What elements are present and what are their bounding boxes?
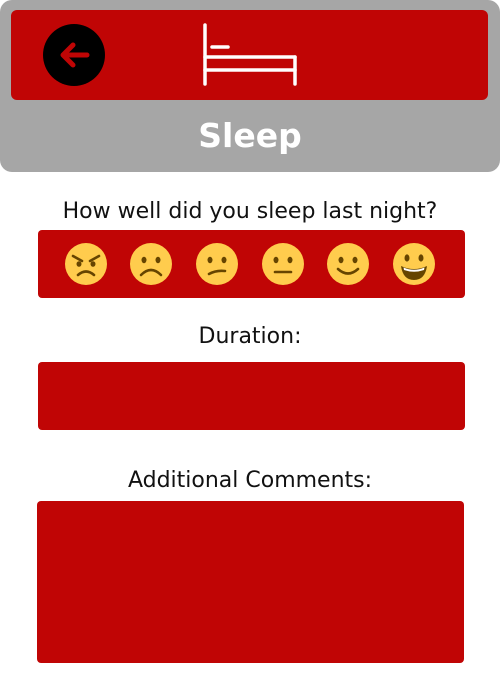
- back-arrow-icon: [60, 42, 90, 68]
- grinning-face-icon[interactable]: [392, 242, 436, 286]
- comments-label: Additional Comments:: [127, 468, 373, 493]
- confused-face-icon[interactable]: [195, 242, 239, 286]
- frowning-face-icon[interactable]: [129, 242, 173, 286]
- duration-input[interactable]: [38, 362, 465, 430]
- bed-icon: [203, 23, 297, 86]
- page-title: Sleep: [198, 116, 302, 155]
- back-button[interactable]: [43, 24, 105, 86]
- angry-face-icon[interactable]: [64, 242, 108, 286]
- neutral-face-icon[interactable]: [261, 242, 305, 286]
- rating-question: How well did you sleep last night?: [62, 199, 438, 224]
- duration-label: Duration:: [198, 324, 302, 349]
- sleep-page: Sleep How well did you sleep last night?: [0, 0, 500, 700]
- mood-rating-bar: [38, 230, 465, 298]
- comments-textarea[interactable]: [37, 501, 464, 663]
- slightly-smiling-face-icon[interactable]: [326, 242, 370, 286]
- header: Sleep: [0, 0, 500, 172]
